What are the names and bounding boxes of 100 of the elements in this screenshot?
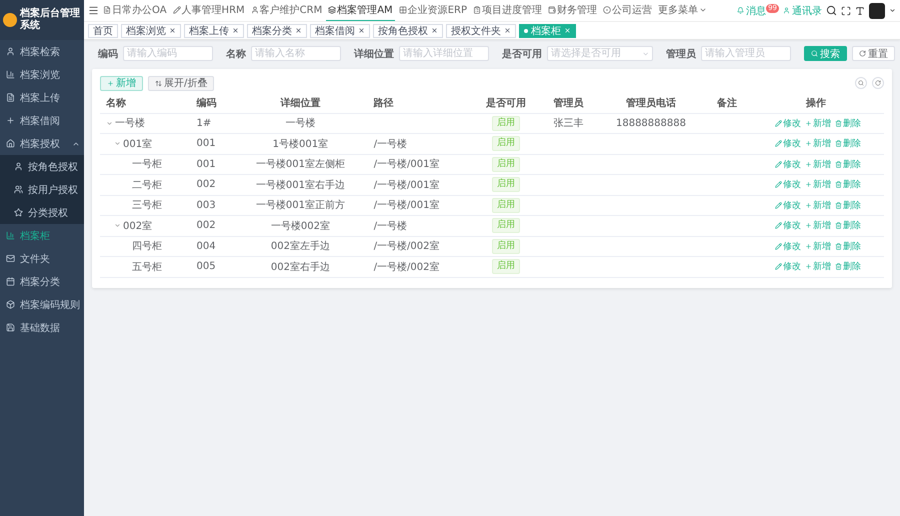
input-field[interactable]: 请输入名称 — [251, 46, 341, 61]
calendar-icon — [6, 277, 15, 286]
column-header: 管理员 — [540, 93, 596, 113]
pencil-icon — [775, 202, 782, 209]
nav-tab[interactable]: 企业资源ERP — [396, 0, 469, 21]
status-tag: 启用 — [492, 156, 520, 172]
page-tab[interactable]: 档案分类 — [247, 24, 307, 38]
reset-button[interactable]: 重置 — [852, 46, 895, 61]
status-tag: 启用 — [492, 218, 520, 234]
clipboard-icon — [472, 6, 481, 14]
close-icon[interactable] — [295, 27, 302, 34]
page-tab[interactable]: 档案上传 — [184, 24, 244, 38]
more-menu[interactable]: 更多菜单 — [656, 0, 709, 21]
table-cell: 四号柜 — [100, 236, 191, 256]
sidebar-item[interactable]: 档案编码规则 — [0, 293, 84, 316]
sidebar-item[interactable]: 按用户授权 — [0, 178, 84, 201]
grid-icon — [398, 6, 407, 14]
trash-icon — [835, 120, 842, 127]
plus-icon — [805, 181, 812, 188]
page-tab[interactable]: 首页 — [88, 24, 118, 38]
person-icon — [6, 47, 15, 56]
plus-icon — [805, 263, 812, 270]
sidebar-item[interactable]: 档案检索 — [0, 40, 84, 63]
column-header: 名称 — [100, 93, 191, 113]
page-tab[interactable]: 档案借阅 — [310, 24, 370, 38]
nav-tab[interactable]: 日常办公OA — [101, 0, 169, 21]
sidebar-item[interactable]: 档案借阅 — [0, 109, 84, 132]
envelope-icon — [6, 254, 15, 263]
avatar[interactable] — [869, 2, 885, 18]
refresh-icon[interactable] — [872, 77, 884, 89]
field-label: 管理员 — [666, 48, 696, 60]
table-cell: /一号楼/001室 — [368, 174, 472, 195]
table-cell: 002室左手边 — [233, 236, 368, 256]
search-icon — [811, 50, 818, 57]
wallet-icon — [548, 6, 556, 14]
column-header: 操作 — [748, 93, 884, 113]
fullscreen-icon[interactable] — [841, 6, 851, 16]
table-cell: 一号楼001室左侧柜 — [233, 154, 368, 174]
pencil-icon — [775, 120, 782, 127]
plus-icon — [805, 242, 812, 250]
status-tag: 启用 — [492, 259, 520, 274]
plus-icon — [107, 80, 114, 86]
close-icon[interactable] — [232, 27, 239, 34]
text-size-icon[interactable] — [855, 6, 865, 16]
nav-tab[interactable]: 财务管理 — [546, 0, 599, 21]
table-cell: 一号楼001室正前方 — [233, 195, 368, 216]
menu-icon[interactable] — [88, 5, 99, 16]
close-icon[interactable] — [358, 27, 365, 34]
pencil-icon — [775, 222, 782, 230]
table-cell: 001 — [190, 154, 234, 174]
page-tab[interactable]: 授权文件夹 — [446, 24, 516, 38]
table-cell: 一号柜 — [100, 154, 191, 174]
nav-tab[interactable]: 客户维护CRM — [248, 0, 324, 21]
sidebar-item[interactable]: 档案浏览 — [0, 63, 84, 86]
sidebar-item[interactable]: 文件夹 — [0, 247, 84, 270]
column-header: 详细位置 — [233, 93, 368, 113]
select-field[interactable]: 请选择是否可用 — [547, 46, 653, 61]
table-cell: 001 — [190, 134, 234, 154]
input-field[interactable]: 请输入管理员 — [701, 46, 791, 61]
table-cell: 004 — [190, 236, 234, 256]
nav-tab[interactable]: 公司运营 — [600, 0, 654, 21]
pencil-icon — [775, 140, 782, 148]
plus-icon — [805, 222, 812, 230]
column-header: 管理员电话 — [596, 93, 706, 113]
people-icon — [14, 185, 23, 194]
document-icon — [103, 6, 111, 14]
table-cell: /一号楼/001室 — [368, 195, 472, 216]
page-tab[interactable]: 按角色授权 — [373, 24, 443, 38]
sidebar-item[interactable]: 档案授权 — [0, 132, 84, 155]
nav-tab[interactable]: 项目进度管理 — [470, 0, 544, 21]
nav-tab[interactable]: 人事管理HRM — [170, 0, 247, 21]
field-label: 详细位置 — [354, 47, 394, 60]
chevron-down-icon — [642, 50, 649, 58]
trash-icon — [835, 202, 842, 209]
search-icon[interactable] — [826, 5, 837, 16]
caret-icon[interactable] — [889, 7, 896, 14]
close-icon[interactable] — [504, 27, 511, 34]
table-cell: 002室 — [100, 216, 191, 236]
input-field[interactable]: 请输入编码 — [123, 46, 213, 61]
layers-icon — [328, 6, 336, 14]
sidebar-item[interactable]: 按角色授权 — [0, 155, 84, 178]
page-tab[interactable]: 档案浏览 — [121, 24, 181, 38]
sidebar-item[interactable]: 档案上传 — [0, 86, 84, 109]
sidebar-item[interactable]: 档案柜 — [0, 224, 84, 247]
sidebar-item[interactable]: 分类授权 — [0, 201, 84, 224]
column-header: 是否可用 — [471, 93, 540, 113]
chevron-down-icon — [114, 140, 121, 148]
sidebar-item[interactable]: 基础数据 — [0, 316, 84, 339]
trash-icon — [835, 222, 842, 230]
plus-icon — [805, 140, 812, 148]
table-cell: 一号楼 — [100, 113, 191, 134]
status-tag: 启用 — [492, 116, 520, 131]
sidebar-item[interactable]: 档案分类 — [0, 270, 84, 293]
close-icon[interactable] — [431, 27, 438, 34]
expand-collapse-button[interactable]: 展开/折叠 — [148, 76, 214, 90]
close-icon[interactable] — [169, 27, 176, 34]
table-cell: 002 — [190, 174, 234, 195]
status-tag: 启用 — [492, 238, 520, 254]
document-icon — [6, 93, 15, 102]
pencil-icon — [172, 6, 181, 14]
